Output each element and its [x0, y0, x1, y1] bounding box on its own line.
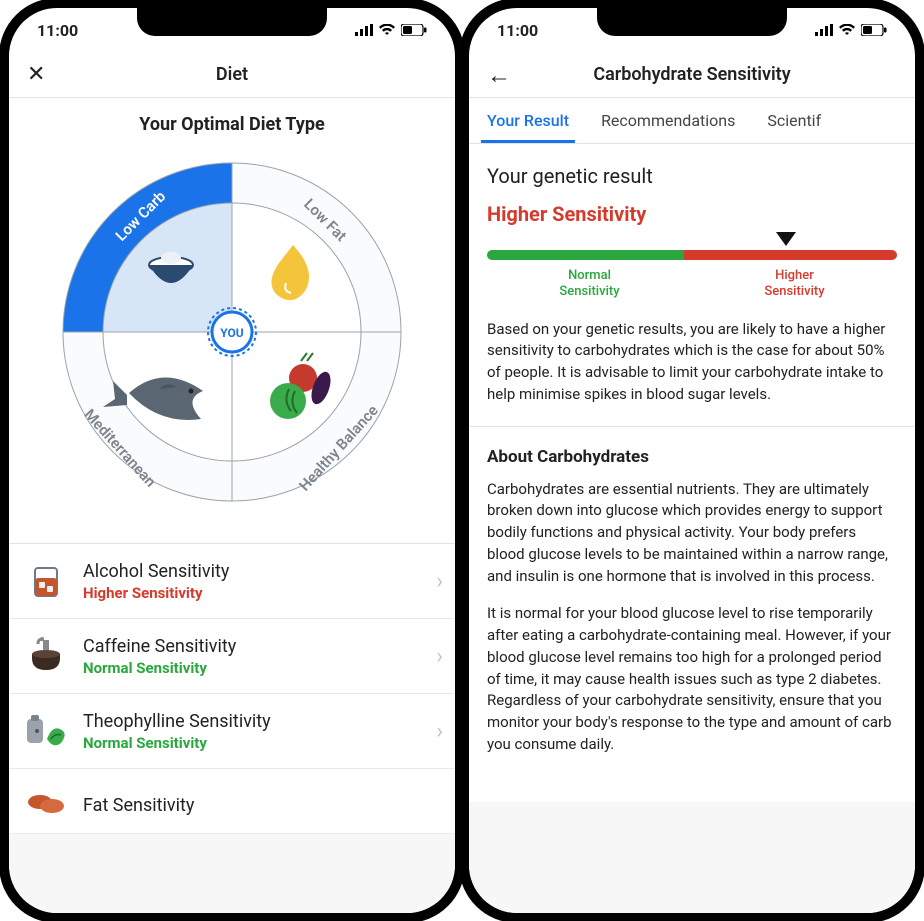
- page-title: Carbohydrate Sensitivity: [593, 64, 790, 85]
- notch: [597, 8, 787, 36]
- chevron-right-icon: ›: [436, 719, 443, 744]
- diet-type-chart[interactable]: YOU Low Carb Low Fat Healthy Balance Med…: [43, 143, 421, 521]
- caffeine-icon: [23, 633, 69, 679]
- about-paragraph-2: It is normal for your blood glucose leve…: [487, 603, 897, 755]
- list-title: Fat Sensitivity: [83, 795, 443, 816]
- battery-icon: [861, 24, 887, 36]
- tab-your-result[interactable]: Your Result: [487, 111, 569, 130]
- list-title: Alcohol Sensitivity: [83, 561, 422, 582]
- status-icons: [815, 24, 887, 36]
- sensitivity-list: Alcohol Sensitivity Higher Sensitivity ›…: [9, 544, 455, 834]
- list-sub: Normal Sensitivity: [83, 659, 422, 677]
- about-section: About Carbohydrates Carbohydrates are es…: [469, 427, 915, 802]
- bar-label-normal: Normal Sensitivity: [487, 268, 692, 301]
- signal-icon: [355, 24, 373, 36]
- list-title: Caffeine Sensitivity: [83, 636, 422, 657]
- back-icon[interactable]: ←: [487, 63, 511, 87]
- list-text: Fat Sensitivity: [83, 795, 443, 818]
- list-row-theophylline[interactable]: Theophylline Sensitivity Normal Sensitiv…: [9, 694, 455, 769]
- wifi-icon: [838, 24, 856, 36]
- phone-diet-overview: 11:00 ✕ Diet Your Optimal Diet Type: [9, 8, 455, 913]
- status-time: 11:00: [37, 21, 78, 40]
- notch: [137, 8, 327, 36]
- about-title: About Carbohydrates: [487, 447, 897, 467]
- wifi-icon: [378, 24, 396, 36]
- result-section: Your genetic result Higher Sensitivity N…: [469, 144, 915, 427]
- list-row-alcohol[interactable]: Alcohol Sensitivity Higher Sensitivity ›: [9, 544, 455, 619]
- nav-bar-detail: ← Carbohydrate Sensitivity: [469, 52, 915, 98]
- status-time: 11:00: [497, 21, 538, 40]
- close-icon[interactable]: ✕: [27, 64, 45, 86]
- hero-title: Your Optimal Diet Type: [21, 114, 443, 135]
- bar-label-higher: Higher Sensitivity: [692, 268, 897, 301]
- list-title: Theophylline Sensitivity: [83, 711, 422, 732]
- result-summary: Based on your genetic results, you are l…: [487, 319, 897, 406]
- alcohol-icon: [23, 558, 69, 604]
- status-icons: [355, 24, 427, 36]
- chevron-right-icon: ›: [436, 644, 443, 669]
- section-title: Your genetic result: [487, 164, 897, 188]
- list-row-caffeine[interactable]: Caffeine Sensitivity Normal Sensitivity …: [9, 619, 455, 694]
- chevron-right-icon: ›: [436, 569, 443, 594]
- signal-icon: [815, 24, 833, 36]
- list-row-fat[interactable]: Fat Sensitivity: [9, 769, 455, 834]
- list-text: Caffeine Sensitivity Normal Sensitivity: [83, 636, 422, 677]
- pointer-icon: [776, 232, 796, 246]
- sensitivity-bar: Normal Sensitivity Higher Sensitivity: [487, 250, 897, 301]
- sensitivity-bar-track: [487, 250, 897, 260]
- bar-segment-higher: [684, 250, 897, 260]
- diet-content: Your Optimal Diet Type: [9, 98, 455, 913]
- detail-content-wrap: Your genetic result Higher Sensitivity N…: [469, 144, 915, 913]
- nav-bar-diet: ✕ Diet: [9, 52, 455, 98]
- tabs-bar: Your Result Recommendations Scientif: [469, 98, 915, 144]
- list-text: Alcohol Sensitivity Higher Sensitivity: [83, 561, 422, 602]
- tab-scientific[interactable]: Scientif: [767, 111, 821, 130]
- you-marker-text: YOU: [220, 326, 244, 340]
- battery-icon: [401, 24, 427, 36]
- bar-labels: Normal Sensitivity Higher Sensitivity: [487, 268, 897, 301]
- list-text: Theophylline Sensitivity Normal Sensitiv…: [83, 711, 422, 752]
- result-value: Higher Sensitivity: [487, 202, 897, 226]
- bar-segment-normal: [487, 250, 684, 260]
- phone-carb-detail: 11:00 ← Carbohydrate Sensitivity Your Re…: [469, 8, 915, 913]
- about-paragraph-1: Carbohydrates are essential nutrients. T…: [487, 479, 897, 588]
- list-sub: Higher Sensitivity: [83, 584, 422, 602]
- fat-icon: [23, 783, 69, 829]
- theophylline-icon: [23, 708, 69, 754]
- tab-recommendations[interactable]: Recommendations: [601, 111, 735, 130]
- page-title: Diet: [216, 64, 248, 85]
- diet-hero: Your Optimal Diet Type: [9, 98, 455, 544]
- list-sub: Normal Sensitivity: [83, 734, 422, 752]
